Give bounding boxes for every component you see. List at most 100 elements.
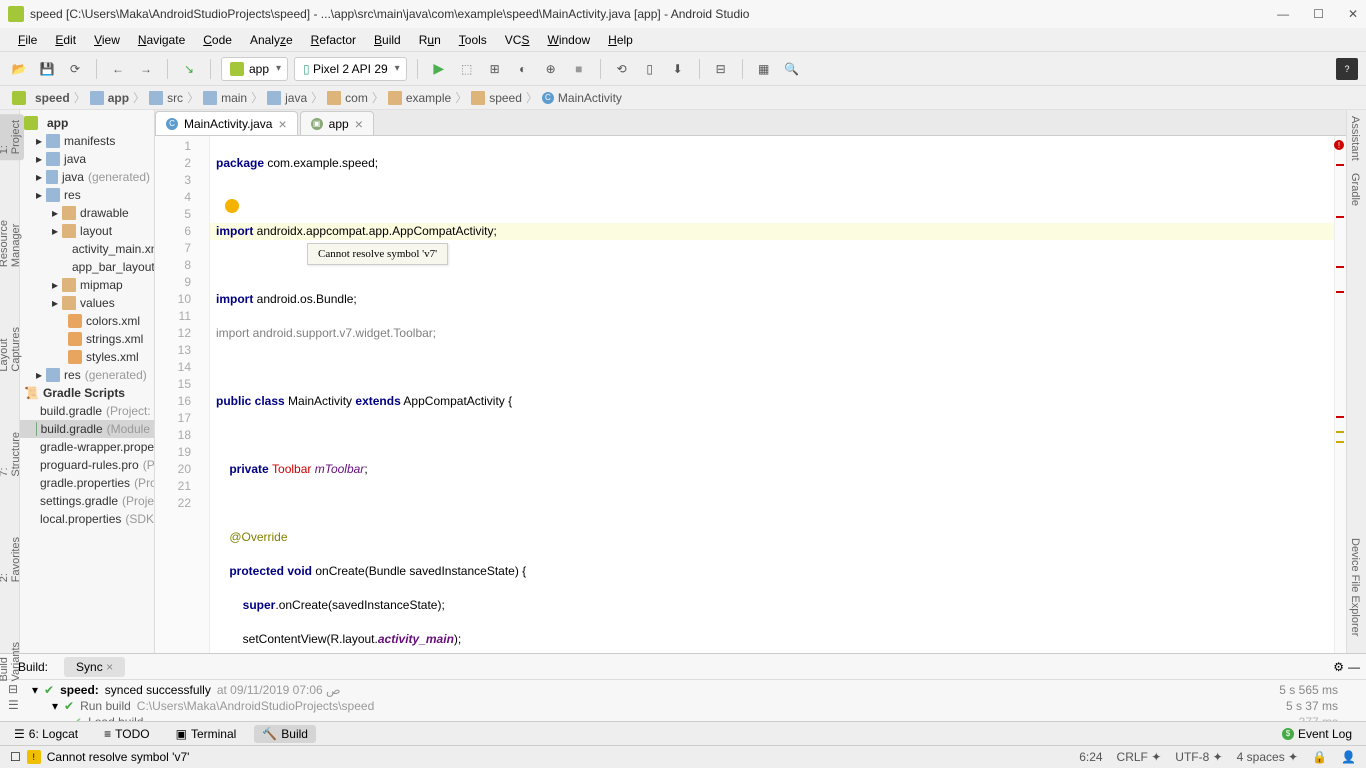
back-icon[interactable]: ← [107, 58, 129, 80]
stop-icon[interactable]: ■ [568, 58, 590, 80]
sync-icon[interactable]: ⟳ [64, 58, 86, 80]
tree-item[interactable]: ▸ values [20, 294, 154, 312]
crumb-app[interactable]: app [90, 91, 129, 105]
menu-build[interactable]: Build [366, 31, 409, 49]
crumb-example[interactable]: example [388, 91, 451, 105]
menu-run[interactable]: Run [411, 31, 449, 49]
sync-gradle-icon[interactable]: ⟲ [611, 58, 633, 80]
menu-tools[interactable]: Tools [451, 31, 495, 49]
crumb-main[interactable]: main [203, 91, 247, 105]
tree-item[interactable]: ▸ drawable [20, 204, 154, 222]
tree-item[interactable]: build.gradle (Project: [20, 402, 154, 420]
menu-help[interactable]: Help [600, 31, 641, 49]
sdk-icon[interactable]: ⬇ [667, 58, 689, 80]
search-icon[interactable]: 🔍 [781, 58, 803, 80]
tree-item[interactable]: ▸ res [20, 186, 154, 204]
layout-icon[interactable]: ▦ [753, 58, 775, 80]
tree-item[interactable]: ▸ mipmap [20, 276, 154, 294]
encoding[interactable]: UTF-8 ✦ [1175, 750, 1222, 764]
tree-item[interactable]: ▸ java (generated) [20, 168, 154, 186]
btab-terminal[interactable]: ▣ Terminal [168, 725, 245, 743]
device-selector[interactable]: ▯ Pixel 2 API 29 [294, 57, 407, 81]
menu-window[interactable]: Window [539, 31, 598, 49]
make-icon[interactable]: ↘ [178, 58, 200, 80]
lock-icon[interactable]: 🔒 [1312, 750, 1327, 764]
tree-item[interactable]: app_bar_layout [20, 258, 154, 276]
build-settings-icon[interactable]: ⚙ [1333, 660, 1344, 674]
error-stripe[interactable]: ! [1334, 136, 1346, 653]
tab-app[interactable]: ▣app× [300, 111, 374, 135]
status-icon[interactable]: ☐ [10, 750, 21, 764]
structure-icon[interactable]: ⊟ [710, 58, 732, 80]
run-icon[interactable]: ▶ [428, 58, 450, 80]
menu-edit[interactable]: Edit [47, 31, 84, 49]
user-icon[interactable]: ? [1336, 58, 1358, 80]
forward-icon[interactable]: → [135, 58, 157, 80]
build-output[interactable]: ▾✔speed: synced successfully at 09/11/20… [32, 682, 1358, 719]
debug-icon[interactable]: ⬚ [456, 58, 478, 80]
tab-close-icon[interactable]: × [278, 116, 286, 132]
crumb-src[interactable]: src [149, 91, 183, 105]
tool-gradle[interactable]: Gradle [1347, 167, 1363, 212]
tree-item[interactable]: strings.xml [20, 330, 154, 348]
btab-eventlog[interactable]: $ Event Log [1274, 725, 1360, 743]
btab-logcat[interactable]: ☰ 6: Logcat [6, 725, 86, 743]
tree-item[interactable]: activity_main.xml [20, 240, 154, 258]
profile-icon[interactable]: ⊞ [484, 58, 506, 80]
project-tree[interactable]: app ▸ manifests▸ java▸ java (generated)▸… [20, 110, 155, 653]
tree-item[interactable]: build.gradle (Module [20, 420, 154, 438]
tree-item[interactable]: styles.xml [20, 348, 154, 366]
menu-navigate[interactable]: Navigate [130, 31, 193, 49]
maximize-button[interactable]: ☐ [1313, 7, 1324, 21]
build-hide-icon[interactable]: — [1348, 660, 1360, 674]
tool-favorites[interactable]: 2: Favorites [0, 537, 22, 582]
error-indicator-icon[interactable]: ! [1334, 140, 1344, 150]
tool-project[interactable]: 1: Project [0, 114, 24, 160]
tool-layout-captures[interactable]: Layout Captures [0, 327, 22, 372]
code-editor[interactable]: 12345678910111213141516171819202122 pack… [155, 136, 1346, 653]
tree-item[interactable]: ▸ res (generated) [20, 366, 154, 384]
tree-item[interactable]: gradle.properties (Pro [20, 474, 154, 492]
line-separator[interactable]: CRLF ✦ [1117, 750, 1162, 764]
minimize-button[interactable]: — [1277, 7, 1289, 21]
save-icon[interactable]: 💾 [36, 58, 58, 80]
expand-icon[interactable]: ⊟ [8, 682, 32, 696]
collapse-icon[interactable]: ☰ [8, 698, 32, 712]
tree-item[interactable]: proguard-rules.pro (P [20, 456, 154, 474]
tree-item[interactable]: ▸ manifests [20, 132, 154, 150]
tree-item[interactable]: settings.gradle (Proje [20, 492, 154, 510]
menu-refactor[interactable]: Refactor [303, 31, 364, 49]
menu-vcs[interactable]: VCS [497, 31, 538, 49]
crumb-speed2[interactable]: speed [471, 91, 522, 105]
crumb-class[interactable]: CMainActivity [542, 91, 622, 105]
tree-gradle-scripts[interactable]: 📜 Gradle Scripts [20, 384, 154, 402]
crumb-com[interactable]: com [327, 91, 368, 105]
menu-code[interactable]: Code [195, 31, 240, 49]
tree-item[interactable]: colors.xml [20, 312, 154, 330]
menu-file[interactable]: File [10, 31, 45, 49]
intention-bulb-icon[interactable] [225, 199, 239, 213]
inspection-icon[interactable]: 👤 [1341, 750, 1356, 764]
attach-icon[interactable]: ⊕ [540, 58, 562, 80]
tree-item[interactable]: ▸ java [20, 150, 154, 168]
tree-item[interactable]: ▸ layout [20, 222, 154, 240]
crumb-speed[interactable]: speed [12, 91, 70, 105]
tool-resource-mgr[interactable]: Resource Manager [0, 220, 22, 267]
tree-item[interactable]: gradle-wrapper.prope [20, 438, 154, 456]
tree-root[interactable]: app [20, 114, 154, 132]
tool-assistant[interactable]: Assistant [1347, 110, 1363, 167]
coverage-icon[interactable]: ◐ [512, 58, 534, 80]
tool-structure[interactable]: 7: Structure [0, 432, 22, 477]
run-config-selector[interactable]: app [221, 57, 288, 81]
tab-close-icon[interactable]: × [355, 116, 363, 132]
code-content[interactable]: package com.example.speed; import androi… [210, 136, 1334, 653]
tool-build-variants[interactable]: Build Variants [0, 642, 22, 682]
btab-build[interactable]: 🔨 Build [254, 725, 316, 743]
menu-analyze[interactable]: Analyze [242, 31, 301, 49]
avd-icon[interactable]: ▯ [639, 58, 661, 80]
tab-mainactivity[interactable]: CMainActivity.java× [155, 111, 298, 135]
cursor-position[interactable]: 6:24 [1079, 750, 1102, 764]
menu-view[interactable]: View [86, 31, 128, 49]
btab-todo[interactable]: ≡ TODO [96, 725, 157, 743]
indent[interactable]: 4 spaces ✦ [1237, 750, 1298, 764]
